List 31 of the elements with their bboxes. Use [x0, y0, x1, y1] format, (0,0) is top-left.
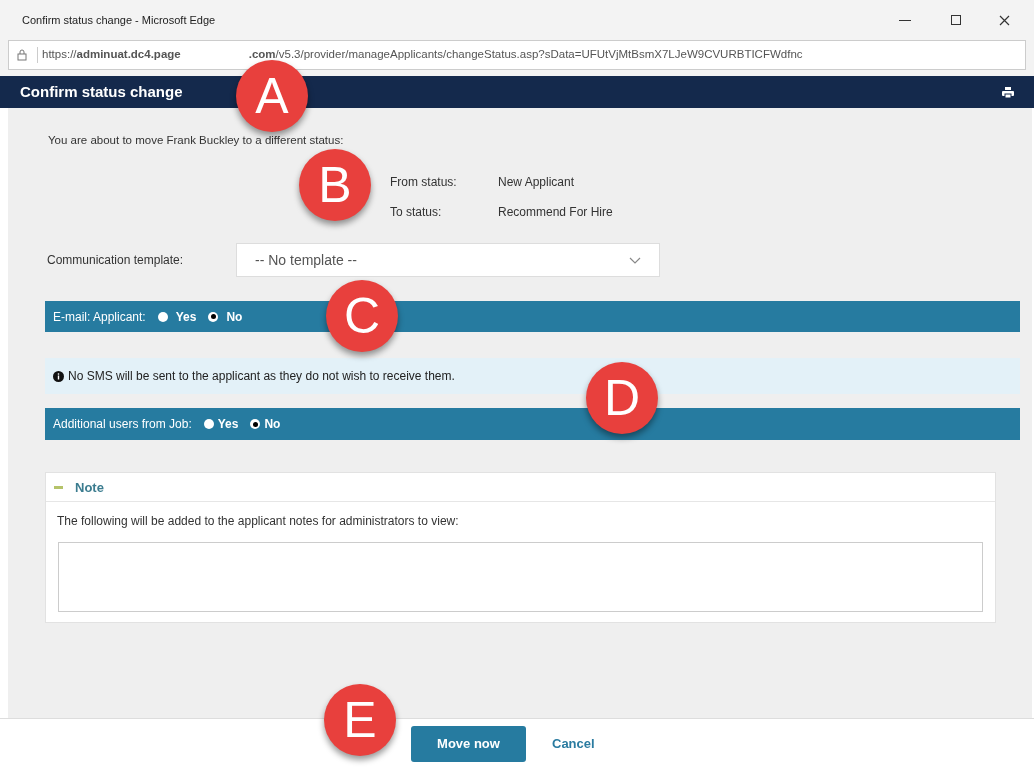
sms-notice: No SMS will be sent to the applicant as they do not wish to receive them. [68, 368, 455, 386]
url-text: .com/v5.3/provider/manageApplicants/changeStatus.asp?sData=UFUtVjMtBsmX7LJeW9CVURBTICFWdfnc [248, 47, 803, 63]
print-icon[interactable] [1002, 86, 1014, 98]
note-description: The following will be added to the applicant notes for administrators to view: [56, 513, 460, 531]
dialog-title: Confirm status change [20, 81, 183, 102]
note-title: Note [75, 478, 104, 497]
field-label: E-mail: Applicant: [53, 308, 146, 326]
window-title: Confirm status change - Microsoft Edge [22, 12, 217, 28]
status-label: From status: [390, 174, 458, 192]
close-icon[interactable] [999, 14, 1010, 26]
intro-text: You are about to move Frank Buckley to a different status: [48, 133, 345, 148]
move-now-button[interactable]: Move now [411, 726, 526, 762]
radio-option[interactable]: No [250, 415, 281, 434]
minimize-icon[interactable] [899, 19, 911, 21]
maximize-icon[interactable] [951, 15, 961, 25]
status-value: Recommend For Hire [498, 204, 613, 222]
cancel-link[interactable]: Cancel [552, 734, 595, 754]
radio-option[interactable]: Yes [203, 415, 239, 434]
chevron-down-icon [629, 256, 641, 264]
note-field[interactable] [58, 542, 983, 613]
lock-icon [17, 49, 27, 61]
template-select[interactable]: -- No template -- [236, 243, 660, 278]
address-bar[interactable]: https://adminuat.dc4.page .com/v5.3/provider/manageApplicants/changeStatus.asp?sData=UFUtVjMtBsmX7LJeW9CVURBTICFWdfnc [8, 40, 1026, 70]
status-label: To status: [390, 204, 443, 222]
url-text: https://adminuat.dc4.page [42, 47, 181, 63]
field-label: Communication template: [47, 252, 185, 270]
status-value: New Applicant [498, 174, 575, 192]
field-label: Additional users from Job: [53, 416, 192, 434]
radio-option[interactable]: No [208, 307, 243, 326]
radio-option[interactable]: Yes [157, 307, 197, 326]
info-icon [53, 370, 64, 382]
